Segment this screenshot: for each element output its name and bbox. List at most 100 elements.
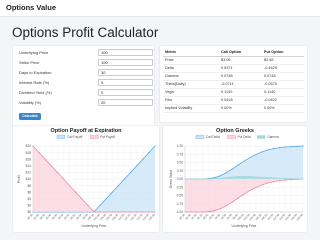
- results-table: Metric Call Option Put Option Price $3.0…: [163, 48, 304, 113]
- put-value-cell: 0.1140: [262, 88, 304, 97]
- y-tick-label: 0.50: [177, 161, 183, 165]
- call-delta-point: [302, 145, 304, 147]
- table-row: Gamma 0.0748 0.0748: [163, 72, 304, 81]
- put-delta-point: [202, 211, 204, 213]
- put-payoff-point: [148, 211, 150, 213]
- table-row: Delta 0.5371 -0.4629: [163, 64, 304, 73]
- y-tick-label: -0.50: [176, 194, 183, 198]
- gamma-point: [272, 177, 275, 179]
- greeks-chart-panel: 1.00 0.75 0.50 0.25 0.00 -0.25 -0.50 -0.75 -1.00…: [163, 126, 307, 232]
- gamma-legend-label: Gamma: [267, 135, 279, 139]
- metric-column-header: Metric: [163, 48, 219, 57]
- form-row-interest-rate: Interest Rate (%): [19, 79, 153, 86]
- gamma-point: [231, 176, 233, 178]
- y-tick-label: $12: [26, 171, 32, 175]
- metric-cell: Delta: [163, 64, 219, 73]
- gamma-point: [249, 176, 251, 178]
- put-delta-point: [272, 181, 275, 183]
- y-tick-label: $18: [26, 151, 32, 155]
- calculate-button[interactable]: Calculate: [19, 113, 41, 120]
- dividend-yield-input[interactable]: [98, 89, 153, 96]
- call-payoff-legend-swatch: [56, 135, 66, 139]
- call-payoff-point: [117, 185, 119, 187]
- gamma-point: [225, 177, 227, 179]
- metric-cell: Vega: [163, 88, 219, 97]
- call-delta-point: [261, 151, 263, 153]
- call-payoff-legend-label: Call Payoff: [67, 135, 82, 139]
- gamma-point: [278, 177, 280, 179]
- underlying-price-label: Underlying Price: [19, 50, 49, 55]
- gamma-point: [290, 178, 292, 180]
- put-delta-legend-swatch: [227, 135, 236, 139]
- put-value-cell: 0.00%: [262, 104, 304, 113]
- put-payoff-point: [69, 185, 71, 187]
- put-delta-point: [231, 201, 233, 203]
- table-row: Rho 0.0418 -0.0402: [163, 96, 304, 105]
- put-payoff-point: [105, 211, 107, 213]
- gamma-point: [196, 178, 198, 180]
- put-payoff-point: [75, 191, 77, 193]
- put-payoff-legend-label: Put Payoff: [100, 135, 115, 139]
- call-payoff-point: [136, 165, 138, 167]
- put-value-cell: -0.0402: [262, 96, 304, 105]
- call-value-cell: 0.0748: [219, 72, 262, 81]
- put-delta-point: [208, 211, 210, 213]
- put-delta-point: [278, 180, 280, 182]
- results-panel: Metric Call Option Put Option Price $3.0…: [160, 46, 307, 122]
- y-axis-label: Greek Value: [169, 170, 173, 189]
- put-payoff-point: [142, 211, 144, 213]
- call-payoff-point: [154, 145, 156, 147]
- put-payoff-point: [136, 211, 138, 213]
- y-tick-label: -1.00: [176, 210, 183, 214]
- form-row-dividend-yield: Dividend Yield (%): [19, 89, 153, 96]
- put-delta-point: [219, 208, 221, 210]
- y-tick-label: $10: [26, 177, 32, 181]
- underlying-price-input[interactable]: [98, 49, 153, 56]
- put-delta-point: [237, 197, 239, 199]
- put-value-cell: -0.0575: [262, 80, 304, 89]
- volatility-input[interactable]: [98, 99, 153, 106]
- put-delta-point: [255, 186, 257, 189]
- metric-cell: Price: [163, 56, 219, 65]
- put-value-cell: -0.4629: [262, 64, 304, 73]
- volatility-label: Volatility (%): [19, 100, 42, 105]
- call-payoff-point: [111, 191, 113, 193]
- gamma-point: [190, 178, 192, 180]
- metric-cell: Gamma: [163, 72, 219, 81]
- put-payoff-point: [87, 204, 89, 206]
- metric-cell: Rho: [163, 96, 219, 105]
- gamma-point: [184, 178, 186, 180]
- days-to-expiration-input[interactable]: [98, 69, 153, 76]
- put-payoff-point: [99, 211, 101, 213]
- top-bar: Options Value: [0, 0, 320, 17]
- y-tick-label: 0.00: [177, 177, 183, 181]
- table-row: Theta(Daily) -0.0711 -0.0575: [163, 80, 304, 89]
- call-value-cell: 0.1140: [219, 88, 262, 97]
- put-payoff-point: [130, 211, 132, 213]
- strike-price-input[interactable]: [98, 59, 153, 66]
- gamma-point: [255, 176, 257, 178]
- put-delta-point: [190, 211, 192, 213]
- call-delta-point: [237, 164, 239, 166]
- call-value-cell: 0.5371: [219, 64, 262, 73]
- x-tick-label: 120.00: [147, 212, 156, 221]
- call-delta-point: [267, 149, 269, 151]
- x-axis-label: Underlying Price: [232, 224, 257, 228]
- put-payoff-point: [44, 158, 46, 160]
- call-delta-legend-label: Call Delta: [206, 135, 220, 139]
- greeks-chart-title: Option Greeks: [216, 128, 254, 134]
- form-row-strike-price: Strike Price: [19, 59, 153, 66]
- put-delta-point: [249, 189, 251, 192]
- interest-rate-input[interactable]: [98, 79, 153, 86]
- y-tick-label: $4: [27, 197, 31, 201]
- days-to-expiration-label: Days to Expiration: [19, 70, 52, 75]
- put-payoff-point: [111, 211, 113, 213]
- call-delta-point: [272, 148, 275, 150]
- put-value-cell: 0.0748: [262, 72, 304, 81]
- payoff-chart-title: Option Payoff at Expiration: [50, 128, 122, 134]
- call-delta-point: [219, 175, 221, 177]
- put-payoff-point: [93, 211, 95, 213]
- call-option-column-header: Call Option: [219, 48, 262, 57]
- put-payoff-point: [117, 211, 119, 213]
- put-payoff-point: [81, 198, 83, 200]
